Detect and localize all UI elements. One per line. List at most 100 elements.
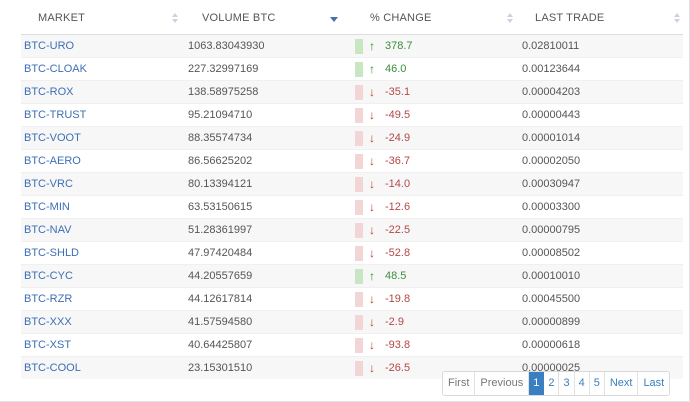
- market-link[interactable]: BTC-AERO: [21, 155, 81, 167]
- last-trade-cell: 0.00004203: [518, 80, 683, 104]
- next-page-button[interactable]: Next: [605, 372, 639, 395]
- change-indicator: [355, 292, 363, 307]
- market-link[interactable]: BTC-CYC: [21, 270, 73, 282]
- page-button-2[interactable]: 2: [544, 372, 560, 395]
- change-indicator: [355, 131, 363, 146]
- table-row[interactable]: BTC-CLOAK 227.32997169 ↑ 46.0 0.00123644: [21, 57, 683, 81]
- last-trade-cell: 0.00008502: [518, 241, 683, 265]
- last-trade-cell: 0.00000899: [518, 310, 683, 334]
- column-label: VOLUME BTC: [202, 12, 276, 24]
- change-cell: ↓ -22.5: [352, 218, 518, 242]
- arrow-up-icon: ↑: [369, 39, 375, 53]
- market-cell: BTC-NAV: [21, 218, 184, 242]
- change-cell: ↓ -24.9: [352, 126, 518, 150]
- market-link[interactable]: BTC-NAV: [21, 224, 71, 236]
- arrow-down-icon: ↓: [369, 200, 375, 214]
- arrow-down-icon: ↓: [369, 361, 375, 375]
- table-row[interactable]: BTC-VRC 80.13394121 ↓ -14.0 0.00030947: [21, 172, 683, 196]
- market-cell: BTC-CYC: [21, 264, 184, 288]
- market-link[interactable]: BTC-XST: [21, 339, 71, 351]
- table-row[interactable]: BTC-TRUST 95.21094710 ↓ -49.5 0.00000443: [21, 103, 683, 127]
- last-trade-cell: 0.00002050: [518, 149, 683, 173]
- last-page-button[interactable]: Last: [638, 372, 669, 395]
- change-cell: ↓ -2.9: [352, 310, 518, 334]
- market-cell: BTC-VRC: [21, 172, 184, 196]
- volume-cell: 40.64425807: [184, 333, 352, 357]
- table-row[interactable]: BTC-ROX 138.58975258 ↓ -35.1 0.00004203: [21, 80, 683, 104]
- last-trade-cell: 0.00001014: [518, 126, 683, 150]
- change-value: -35.1: [385, 86, 411, 98]
- market-link[interactable]: BTC-RZR: [21, 293, 72, 305]
- table-row[interactable]: BTC-CYC 44.20557659 ↑ 48.5 0.00010010: [21, 264, 683, 288]
- market-link[interactable]: BTC-SHLD: [21, 247, 79, 259]
- arrow-down-icon: ↓: [369, 154, 375, 168]
- change-cell: ↓ -14.0: [352, 172, 518, 196]
- change-value: -12.6: [385, 201, 411, 213]
- change-value: -2.9: [385, 316, 404, 328]
- market-link[interactable]: BTC-COOL: [21, 362, 81, 374]
- market-cell: BTC-MIN: [21, 195, 184, 219]
- page-button-4[interactable]: 4: [575, 372, 590, 395]
- first-page-button[interactable]: First: [443, 372, 476, 395]
- volume-cell: 95.21094710: [184, 103, 352, 127]
- market-link[interactable]: BTC-MIN: [21, 201, 70, 213]
- market-link[interactable]: BTC-TRUST: [21, 109, 86, 121]
- market-cell: BTC-VOOT: [21, 126, 184, 150]
- market-link[interactable]: BTC-CLOAK: [21, 63, 87, 75]
- volume-cell: 44.20557659: [184, 264, 352, 288]
- change-value: -14.0: [385, 178, 411, 190]
- change-value: -49.5: [385, 109, 411, 121]
- last-trade-cell: 0.00000795: [518, 218, 683, 242]
- page-button-5[interactable]: 5: [590, 372, 605, 395]
- change-indicator: [355, 62, 363, 77]
- market-link[interactable]: BTC-VOOT: [21, 132, 81, 144]
- market-cell: BTC-AERO: [21, 149, 184, 173]
- table-row[interactable]: BTC-URO 1063.83043930 ↑ 378.7 0.02810011: [21, 34, 683, 58]
- change-cell: ↓ -52.8: [352, 241, 518, 265]
- volume-cell: 227.32997169: [184, 57, 352, 81]
- last-trade-cell: 0.00010010: [518, 264, 683, 288]
- change-value: -26.5: [385, 362, 411, 374]
- sort-icon[interactable]: [172, 13, 178, 25]
- table-row[interactable]: BTC-MIN 63.53150615 ↓ -12.6 0.00003300: [21, 195, 683, 219]
- change-indicator: [355, 85, 363, 100]
- table-row[interactable]: BTC-RZR 44.12617814 ↓ -19.8 0.00045500: [21, 287, 683, 311]
- table-row[interactable]: BTC-AERO 86.56625202 ↓ -36.7 0.00002050: [21, 149, 683, 173]
- page-button-3[interactable]: 3: [559, 372, 575, 395]
- market-link[interactable]: BTC-VRC: [21, 178, 73, 190]
- market-link[interactable]: BTC-ROX: [21, 86, 74, 98]
- change-value: -93.8: [385, 339, 411, 351]
- market-cell: BTC-COOL: [21, 356, 184, 379]
- volume-cell: 86.56625202: [184, 149, 352, 173]
- column-header-market[interactable]: MARKET: [21, 4, 184, 35]
- sort-icon[interactable]: [674, 13, 680, 25]
- change-cell: ↓ -19.8: [352, 287, 518, 311]
- column-header-last-trade[interactable]: LAST TRADE: [518, 4, 683, 35]
- arrow-up-icon: ↑: [369, 269, 375, 283]
- change-cell: ↑ 48.5: [352, 264, 518, 288]
- volume-cell: 41.57594580: [184, 310, 352, 334]
- previous-page-button[interactable]: Previous: [475, 372, 530, 395]
- sort-desc-icon[interactable]: [330, 17, 338, 29]
- market-link[interactable]: BTC-URO: [21, 40, 74, 52]
- table-row[interactable]: BTC-SHLD 47.97420484 ↓ -52.8 0.00008502: [21, 241, 683, 265]
- table-row[interactable]: BTC-XXX 41.57594580 ↓ -2.9 0.00000899: [21, 310, 683, 334]
- sort-icon[interactable]: [507, 13, 513, 25]
- page-button-1[interactable]: 1: [529, 372, 545, 395]
- market-link[interactable]: BTC-XXX: [21, 316, 72, 328]
- last-trade-cell: 0.00003300: [518, 195, 683, 219]
- volume-cell: 80.13394121: [184, 172, 352, 196]
- last-trade-cell: 0.00123644: [518, 57, 683, 81]
- column-header-change[interactable]: % CHANGE: [352, 4, 518, 35]
- arrow-down-icon: ↓: [369, 338, 375, 352]
- arrow-down-icon: ↓: [369, 131, 375, 145]
- volume-cell: 44.12617814: [184, 287, 352, 311]
- table-row[interactable]: BTC-VOOT 88.35574734 ↓ -24.9 0.00001014: [21, 126, 683, 150]
- change-value: -52.8: [385, 247, 411, 259]
- change-indicator: [355, 246, 363, 261]
- volume-cell: 23.15301510: [184, 356, 352, 379]
- column-header-volume[interactable]: VOLUME BTC: [184, 4, 352, 35]
- table-row[interactable]: BTC-XST 40.64425807 ↓ -93.8 0.00000618: [21, 333, 683, 357]
- table-row[interactable]: BTC-NAV 51.28361997 ↓ -22.5 0.00000795: [21, 218, 683, 242]
- volume-cell: 138.58975258: [184, 80, 352, 104]
